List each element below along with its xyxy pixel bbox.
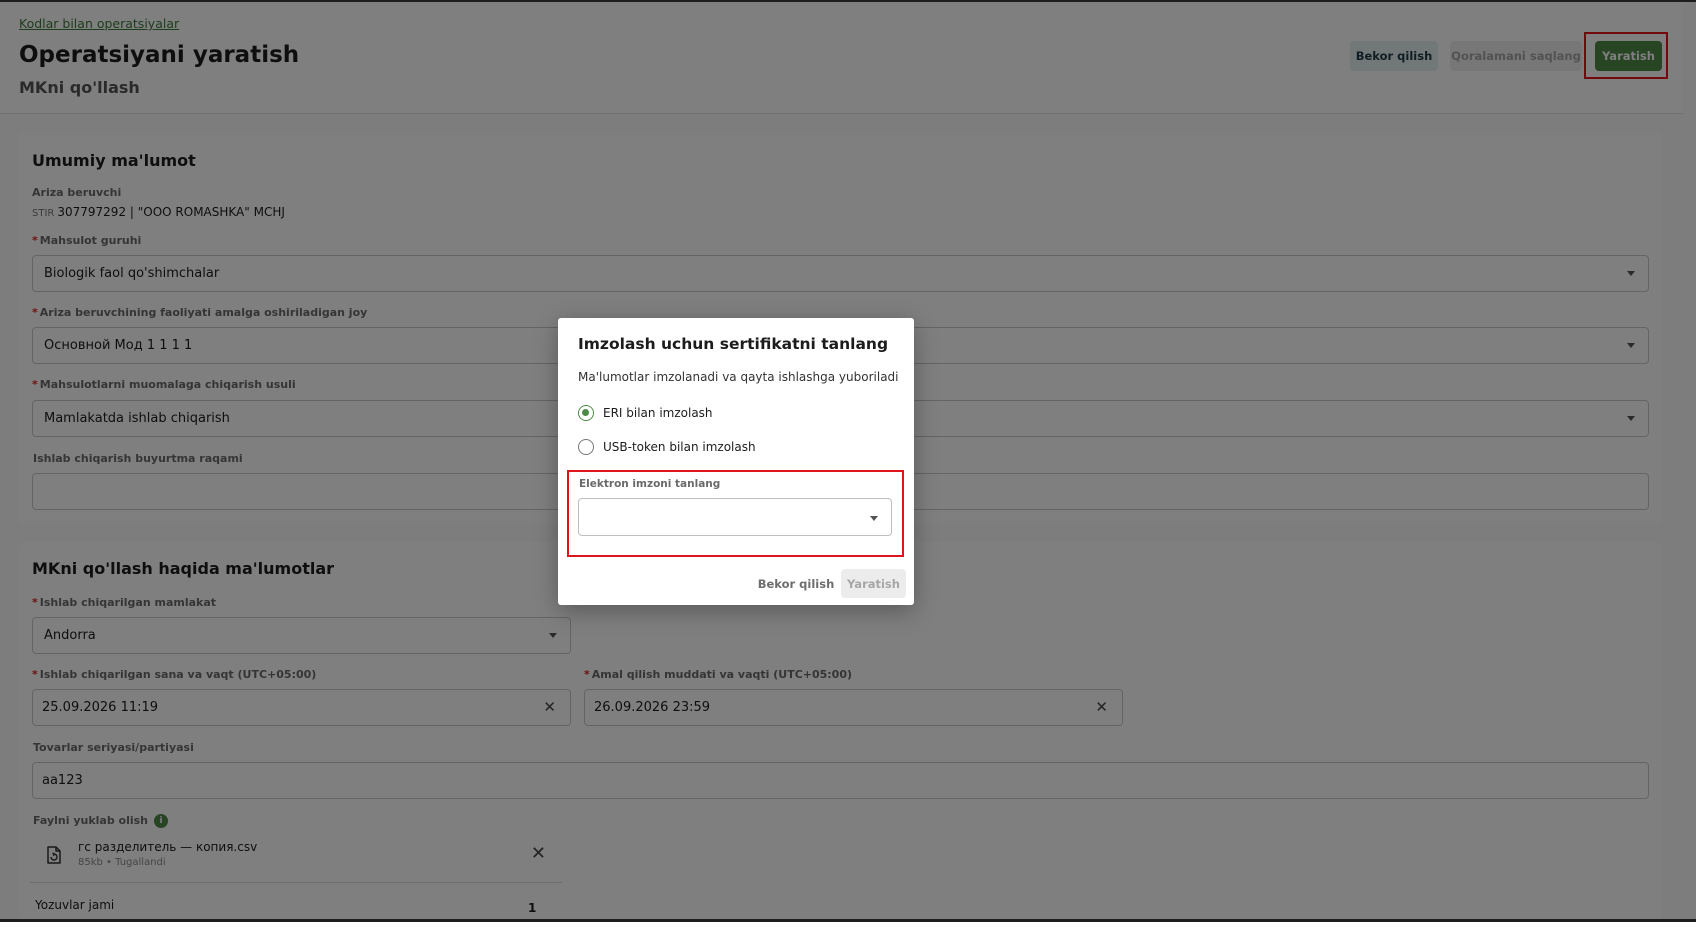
modal-create-button[interactable]: Yaratish (841, 569, 906, 598)
radio-unchecked-icon[interactable] (578, 439, 594, 455)
option-eri-label: ERI bilan imzolash (603, 406, 713, 420)
radio-checked-icon[interactable] (578, 405, 594, 421)
option-eri[interactable]: ERI bilan imzolash (578, 403, 713, 423)
option-usb-token[interactable]: USB-token bilan imzolash (578, 437, 756, 457)
signature-modal: Imzolash uchun sertifikatni tanlang Ma'l… (558, 318, 914, 605)
modal-cancel-button[interactable]: Bekor qilish (756, 570, 836, 598)
modal-description: Ma'lumotlar imzolanadi va qayta ishlashg… (578, 370, 899, 384)
option-usb-token-label: USB-token bilan imzolash (603, 440, 756, 454)
signature-select-highlight (567, 470, 904, 557)
modal-title: Imzolash uchun sertifikatni tanlang (578, 335, 889, 353)
